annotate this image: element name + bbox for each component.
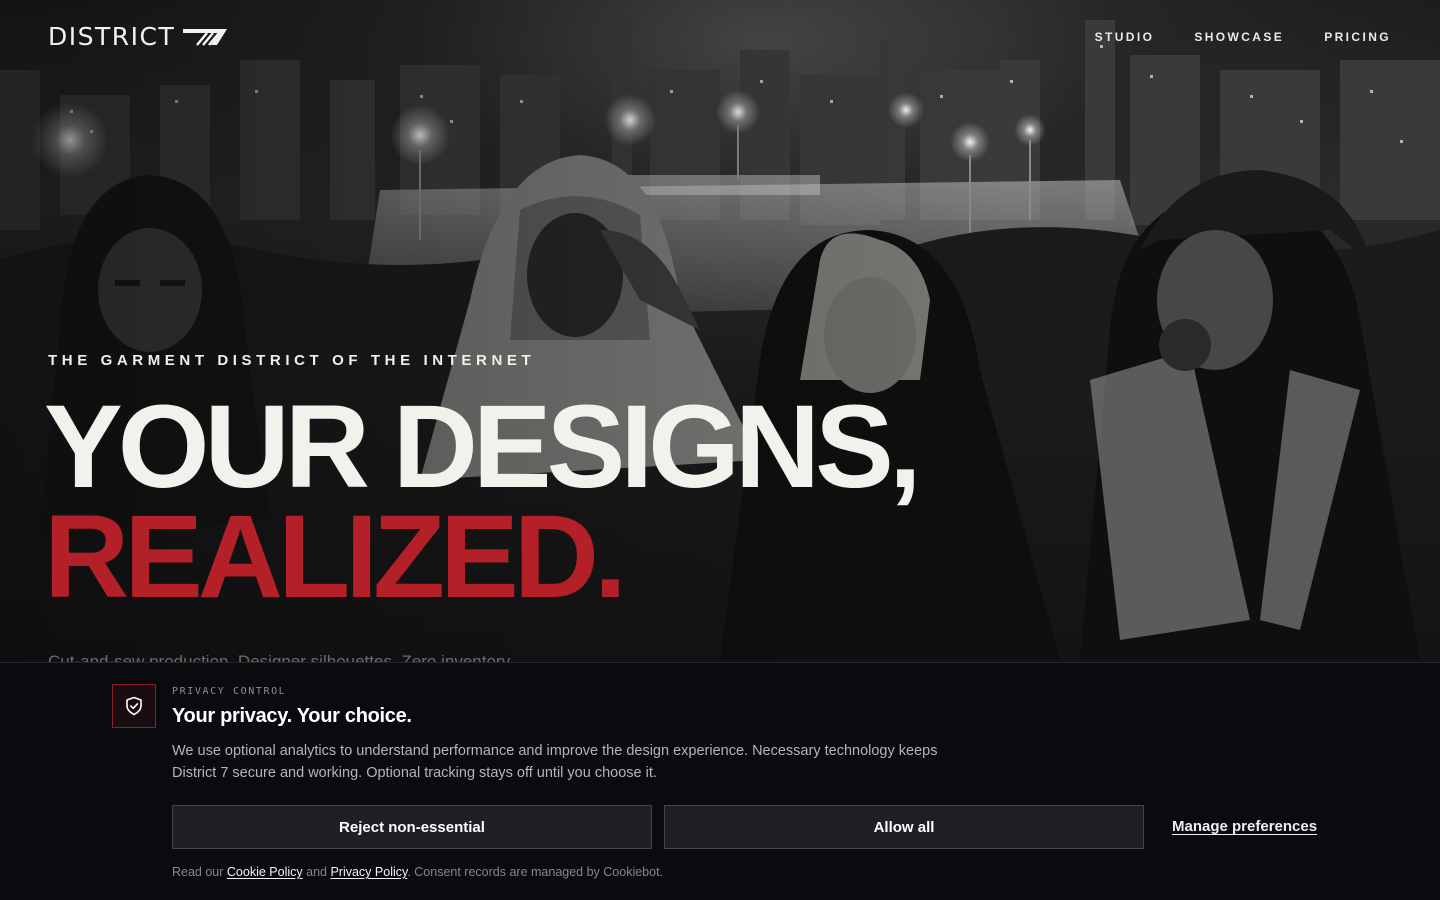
- logo[interactable]: DISTRICT: [48, 22, 231, 52]
- hero-eyebrow: THE GARMENT DISTRICT OF THE INTERNET: [48, 352, 536, 369]
- site-header: DISTRICT STUDIO SHOWCASE PRICING: [48, 22, 1392, 52]
- reject-non-essential-button[interactable]: Reject non-essential: [172, 805, 652, 849]
- footer-middle: and: [302, 865, 331, 879]
- nav-pricing[interactable]: PRICING: [1324, 30, 1391, 44]
- main-nav: STUDIO SHOWCASE PRICING: [1095, 30, 1391, 44]
- nav-showcase[interactable]: SHOWCASE: [1194, 30, 1284, 44]
- consent-eyebrow: PRIVACY CONTROL: [172, 686, 287, 697]
- cookie-consent-banner: PRIVACY CONTROL Your privacy. Your choic…: [0, 662, 1440, 900]
- manage-preferences-link[interactable]: Manage preferences: [1172, 818, 1317, 835]
- hero-headline: YOUR DESIGNS, REALIZED.: [44, 381, 922, 623]
- allow-all-button[interactable]: Allow all: [664, 805, 1144, 849]
- consent-body: We use optional analytics to understand …: [172, 743, 938, 781]
- footer-prefix: Read our: [172, 865, 227, 879]
- privacy-policy-link[interactable]: Privacy Policy: [330, 865, 407, 879]
- nav-studio[interactable]: STUDIO: [1095, 30, 1155, 44]
- headline-line-1: YOUR DESIGNS,: [44, 381, 922, 513]
- consent-footer: Read our Cookie Policy and Privacy Polic…: [172, 865, 663, 879]
- shield-check-icon: [112, 684, 156, 728]
- district-7-logo-mark-icon: [183, 29, 228, 46]
- cookie-policy-link[interactable]: Cookie Policy: [227, 865, 303, 879]
- logo-text: DISTRICT: [48, 22, 176, 51]
- footer-suffix: . Consent records are managed by Cookieb…: [407, 865, 664, 879]
- headline-line-2: REALIZED.: [44, 491, 627, 623]
- consent-title: Your privacy. Your choice.: [172, 705, 412, 727]
